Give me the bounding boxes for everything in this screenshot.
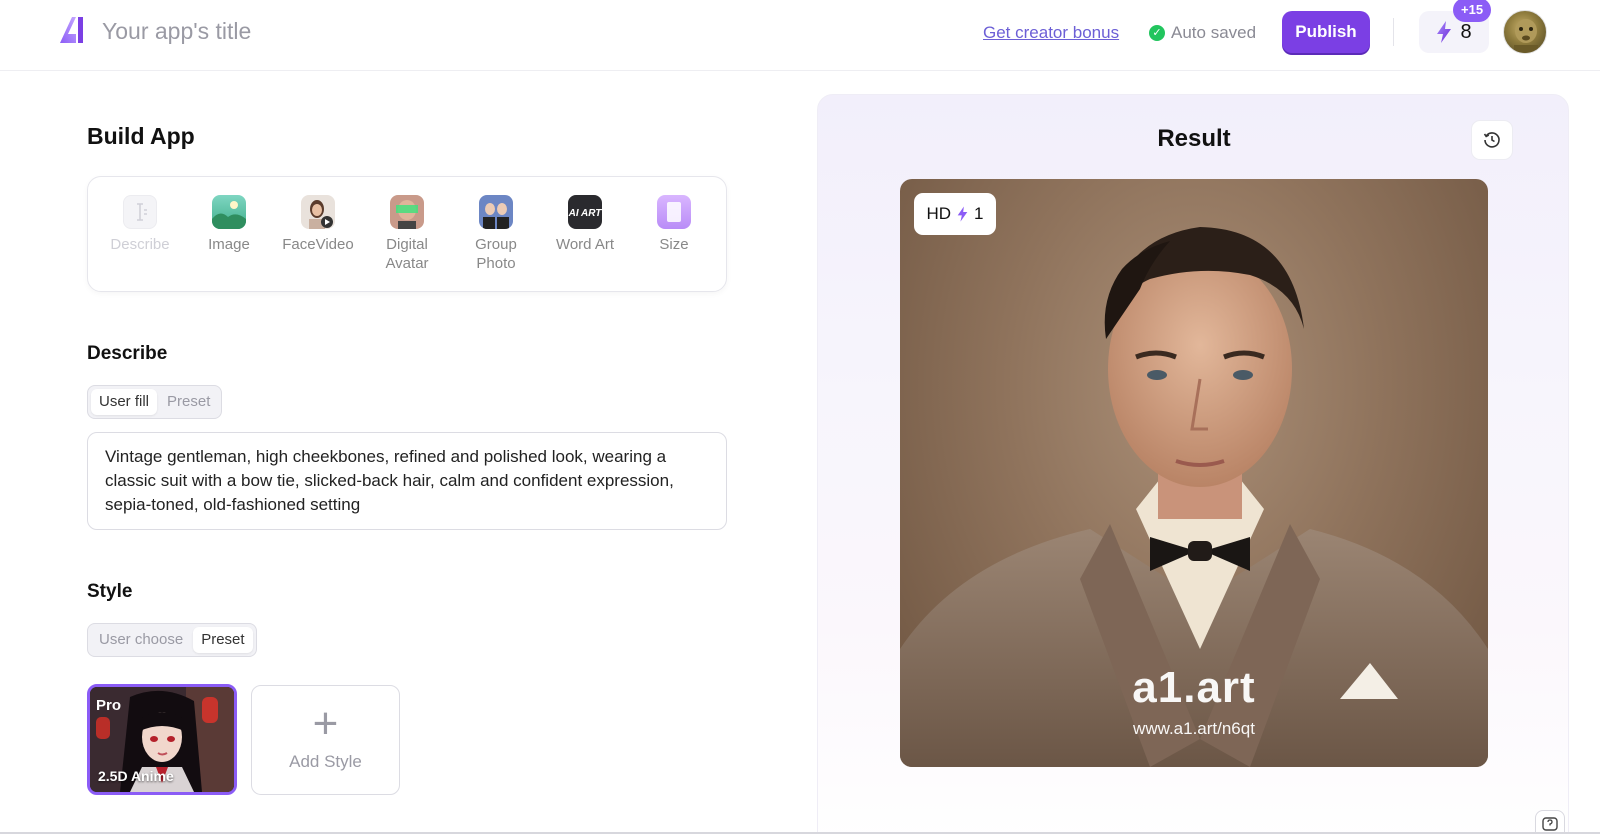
landscape-icon	[212, 195, 246, 229]
tool-label: Size	[659, 236, 689, 253]
face-video-icon	[301, 195, 335, 229]
tool-label: Group Photo	[475, 236, 517, 272]
avatar-image	[1514, 19, 1538, 53]
tool-image[interactable]: Image	[188, 195, 270, 254]
tool-label: FaceVideo	[282, 236, 354, 253]
lightning-icon	[957, 206, 968, 222]
tool-group-photo[interactable]: Group Photo	[455, 195, 537, 273]
hd-label: HD	[926, 204, 952, 223]
history-button[interactable]	[1471, 120, 1513, 160]
describe-user-fill-option[interactable]: User fill	[91, 389, 158, 415]
watermark-url: www.a1.art/n6qt	[1133, 719, 1255, 738]
style-mode-toggle: User choose Preset	[87, 623, 257, 657]
tool-word-art[interactable]: AI ART Word Art	[544, 195, 626, 254]
lightning-icon	[1437, 21, 1452, 43]
tool-label: Describe	[110, 236, 170, 253]
publish-button[interactable]: Publish	[1282, 11, 1370, 53]
creator-bonus-link[interactable]: Get creator bonus	[983, 23, 1119, 43]
describe-preset-option[interactable]: Preset	[159, 389, 218, 415]
style-card-label: 2.5D Anime	[98, 768, 174, 784]
style-preset-option[interactable]: Preset	[193, 627, 253, 653]
result-image[interactable]: HD 1 a1.art www.a1.art/n6qt	[900, 179, 1488, 767]
hd-cost: 1	[974, 204, 984, 223]
tool-palette: Describe Image FaceVideo Digital Avatar …	[87, 176, 727, 292]
help-button[interactable]	[1535, 810, 1565, 834]
text-cursor-icon	[123, 195, 157, 229]
top-header: Your app's title Get creator bonus ✓ Aut…	[0, 0, 1600, 71]
tool-describe[interactable]: Describe	[99, 195, 181, 254]
user-avatar[interactable]	[1503, 10, 1547, 54]
hd-upscale-button[interactable]: HD 1	[914, 193, 996, 235]
tool-label: Image	[208, 236, 250, 253]
autosave-status: ✓ Auto saved	[1149, 23, 1256, 43]
word-art-icon: AI ART	[568, 195, 602, 229]
help-icon	[1542, 817, 1558, 831]
result-title: Result	[1157, 125, 1231, 152]
app-root: Your app's title Get creator bonus ✓ Aut…	[0, 0, 1600, 834]
size-icon	[657, 195, 691, 229]
tool-label: Word Art	[555, 236, 615, 253]
add-style-label: Add Style	[289, 752, 362, 771]
describe-title: Describe	[87, 343, 168, 364]
tool-size[interactable]: Size	[633, 195, 715, 254]
watermark-logo: a1.art	[1132, 663, 1256, 712]
build-app-title: Build App	[87, 123, 195, 149]
autosave-label: Auto saved	[1171, 23, 1257, 42]
style-title: Style	[87, 581, 133, 602]
header-divider	[1393, 18, 1394, 46]
describe-mode-toggle: User fill Preset	[87, 385, 223, 419]
a1-logo-icon[interactable]	[58, 14, 86, 44]
tool-facevideo[interactable]: FaceVideo	[277, 195, 359, 254]
result-panel: Result HD 1 a1.art www.a1.art/n6qt	[817, 94, 1569, 834]
plus-icon: +	[312, 699, 339, 748]
describe-prompt-input[interactable]	[87, 432, 727, 530]
pro-badge: Pro	[96, 697, 122, 714]
history-clock-icon	[1483, 132, 1500, 148]
tool-digital-avatar[interactable]: Digital Avatar	[366, 195, 448, 273]
credits-count: 8	[1460, 20, 1472, 43]
group-photo-icon	[479, 195, 513, 229]
check-circle-icon: ✓	[1149, 25, 1165, 41]
digital-avatar-icon	[390, 195, 424, 229]
app-title[interactable]: Your app's title	[102, 18, 251, 45]
tool-label: Digital Avatar	[385, 236, 429, 272]
credits-bonus-badge: +15	[1453, 0, 1492, 22]
style-user-choose-option[interactable]: User choose	[91, 627, 191, 653]
add-style-button[interactable]: + Add Style	[251, 685, 400, 795]
style-card-2-5d-anime[interactable]: Pro 2.5D Anime	[87, 684, 237, 795]
